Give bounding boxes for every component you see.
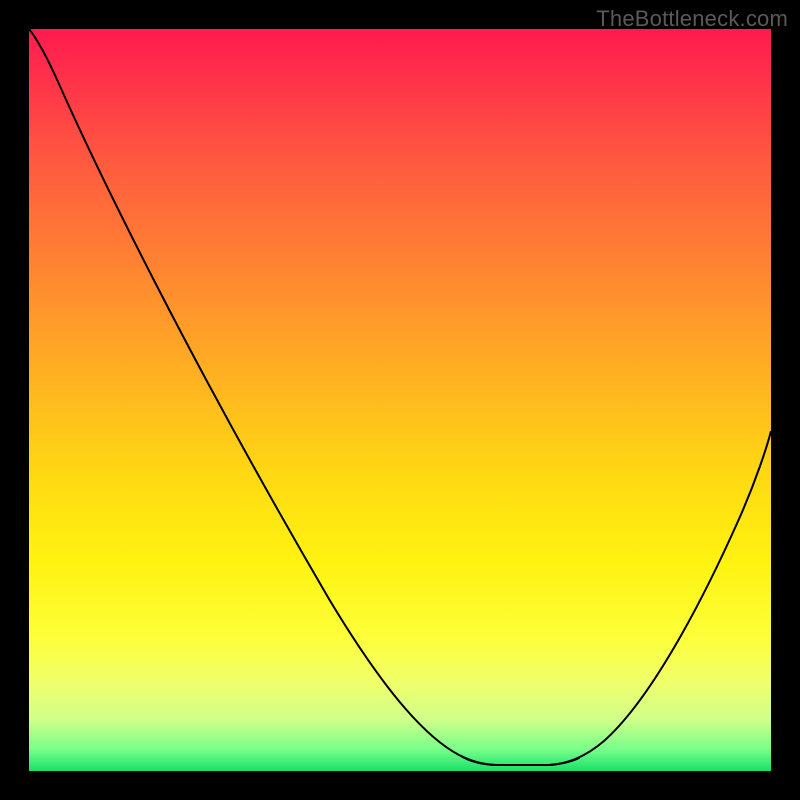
bottleneck-curve xyxy=(29,29,771,765)
curve-svg xyxy=(29,29,771,771)
chart-container: TheBottleneck.com xyxy=(0,0,800,800)
optimal-range-marker xyxy=(461,756,579,765)
watermark-text: TheBottleneck.com xyxy=(596,6,788,32)
plot-area xyxy=(29,29,771,771)
